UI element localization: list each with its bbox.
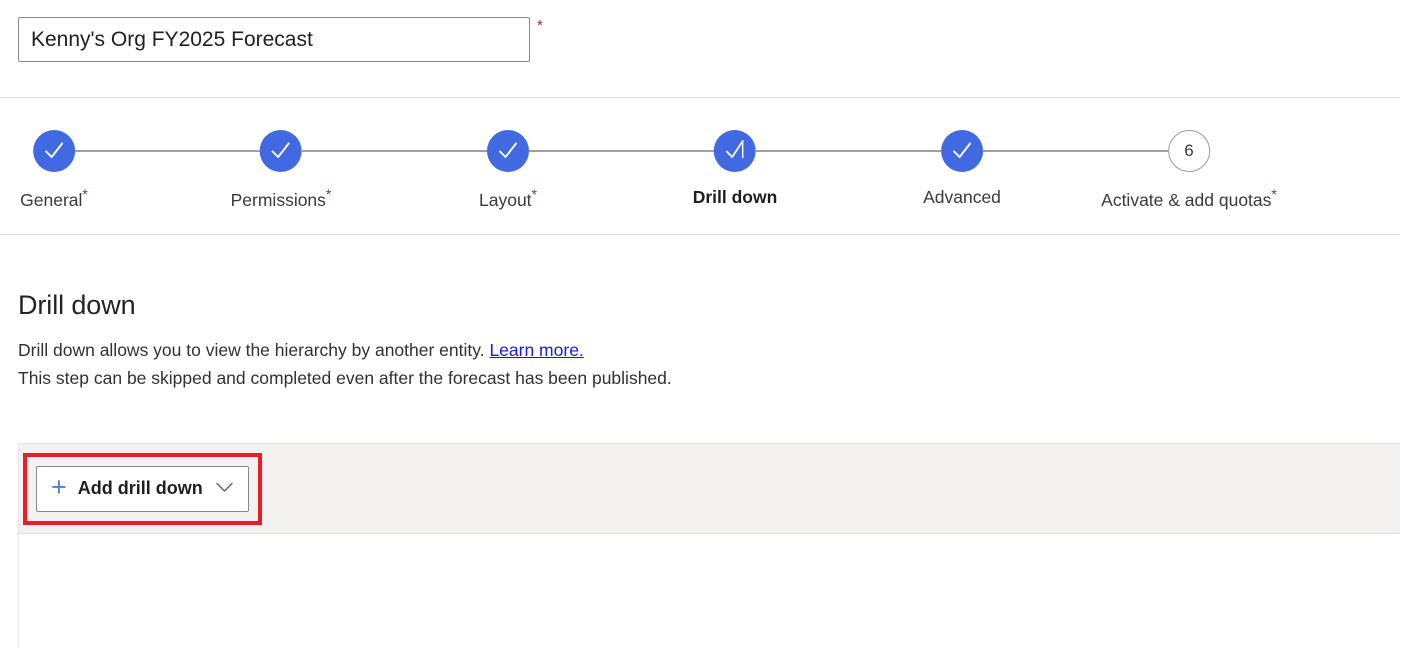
learn-more-link[interactable]: Learn more. xyxy=(489,340,583,360)
chevron-down-icon[interactable] xyxy=(216,480,233,498)
check-icon xyxy=(259,130,302,172)
description-line-2: This step can be skipped and completed e… xyxy=(18,368,672,388)
forecast-name-input[interactable] xyxy=(18,17,530,62)
stepper-step-label: Permissions* xyxy=(230,186,332,210)
step-number-icon: 6 xyxy=(1167,130,1210,172)
stepper-connector xyxy=(529,150,714,152)
stepper-step-activate-add-quotas[interactable]: 6 Activate & add quotas* xyxy=(1101,130,1277,211)
stepper-connector xyxy=(302,150,487,152)
required-asterisk: * xyxy=(531,186,537,202)
highlight-annotation-box: + Add drill down xyxy=(23,452,262,525)
stepper-step-label: General* xyxy=(20,186,88,210)
description-text-1: Drill down allows you to view the hierar… xyxy=(18,340,485,360)
stepper-connector xyxy=(983,150,1168,152)
plus-icon: + xyxy=(51,472,67,502)
stepper-connector xyxy=(75,150,260,152)
stepper-step-advanced[interactable]: Advanced xyxy=(923,130,1001,208)
page-title: Drill down xyxy=(18,290,136,320)
add-drill-down-label: Add drill down xyxy=(77,478,203,498)
check-icon xyxy=(941,130,983,172)
required-asterisk: * xyxy=(82,186,88,202)
stepper-steps: General* Permissions* Layout* Drill down Adv… xyxy=(0,98,1400,235)
required-asterisk: * xyxy=(537,17,543,34)
stepper-step-general[interactable]: General* xyxy=(20,130,88,211)
stepper-step-layout[interactable]: Layout* xyxy=(479,130,537,211)
required-asterisk: * xyxy=(325,186,332,202)
check-icon xyxy=(33,130,75,172)
stepper-step-label: Drill down xyxy=(692,187,778,207)
drill-down-panel: + Add drill down xyxy=(18,443,1400,648)
stepper-step-label: Layout* xyxy=(479,186,537,210)
stepper-connector xyxy=(756,150,941,152)
check-icon xyxy=(487,130,529,172)
stepper-step-drill-down[interactable]: Drill down xyxy=(692,130,778,208)
drill-down-toolbar: + Add drill down xyxy=(19,444,1400,534)
required-asterisk: * xyxy=(1271,186,1277,202)
check-current-icon xyxy=(713,130,756,172)
title-bar: * xyxy=(0,0,1400,98)
stepper-step-permissions[interactable]: Permissions* xyxy=(230,130,332,211)
forecast-name-field-group: * xyxy=(18,17,543,62)
stepper-step-label: Activate & add quotas* xyxy=(1101,186,1277,210)
description-line-1: Drill down allows you to view the hierar… xyxy=(18,340,1387,361)
stepper-step-label: Advanced xyxy=(923,187,1001,207)
main-content: Drill down Drill down allows you to view… xyxy=(0,235,1405,389)
wizard-stepper: General* Permissions* Layout* Drill down Adv… xyxy=(0,98,1400,235)
drill-down-list-area xyxy=(19,534,1400,647)
add-drill-down-button[interactable]: + Add drill down xyxy=(36,465,249,512)
